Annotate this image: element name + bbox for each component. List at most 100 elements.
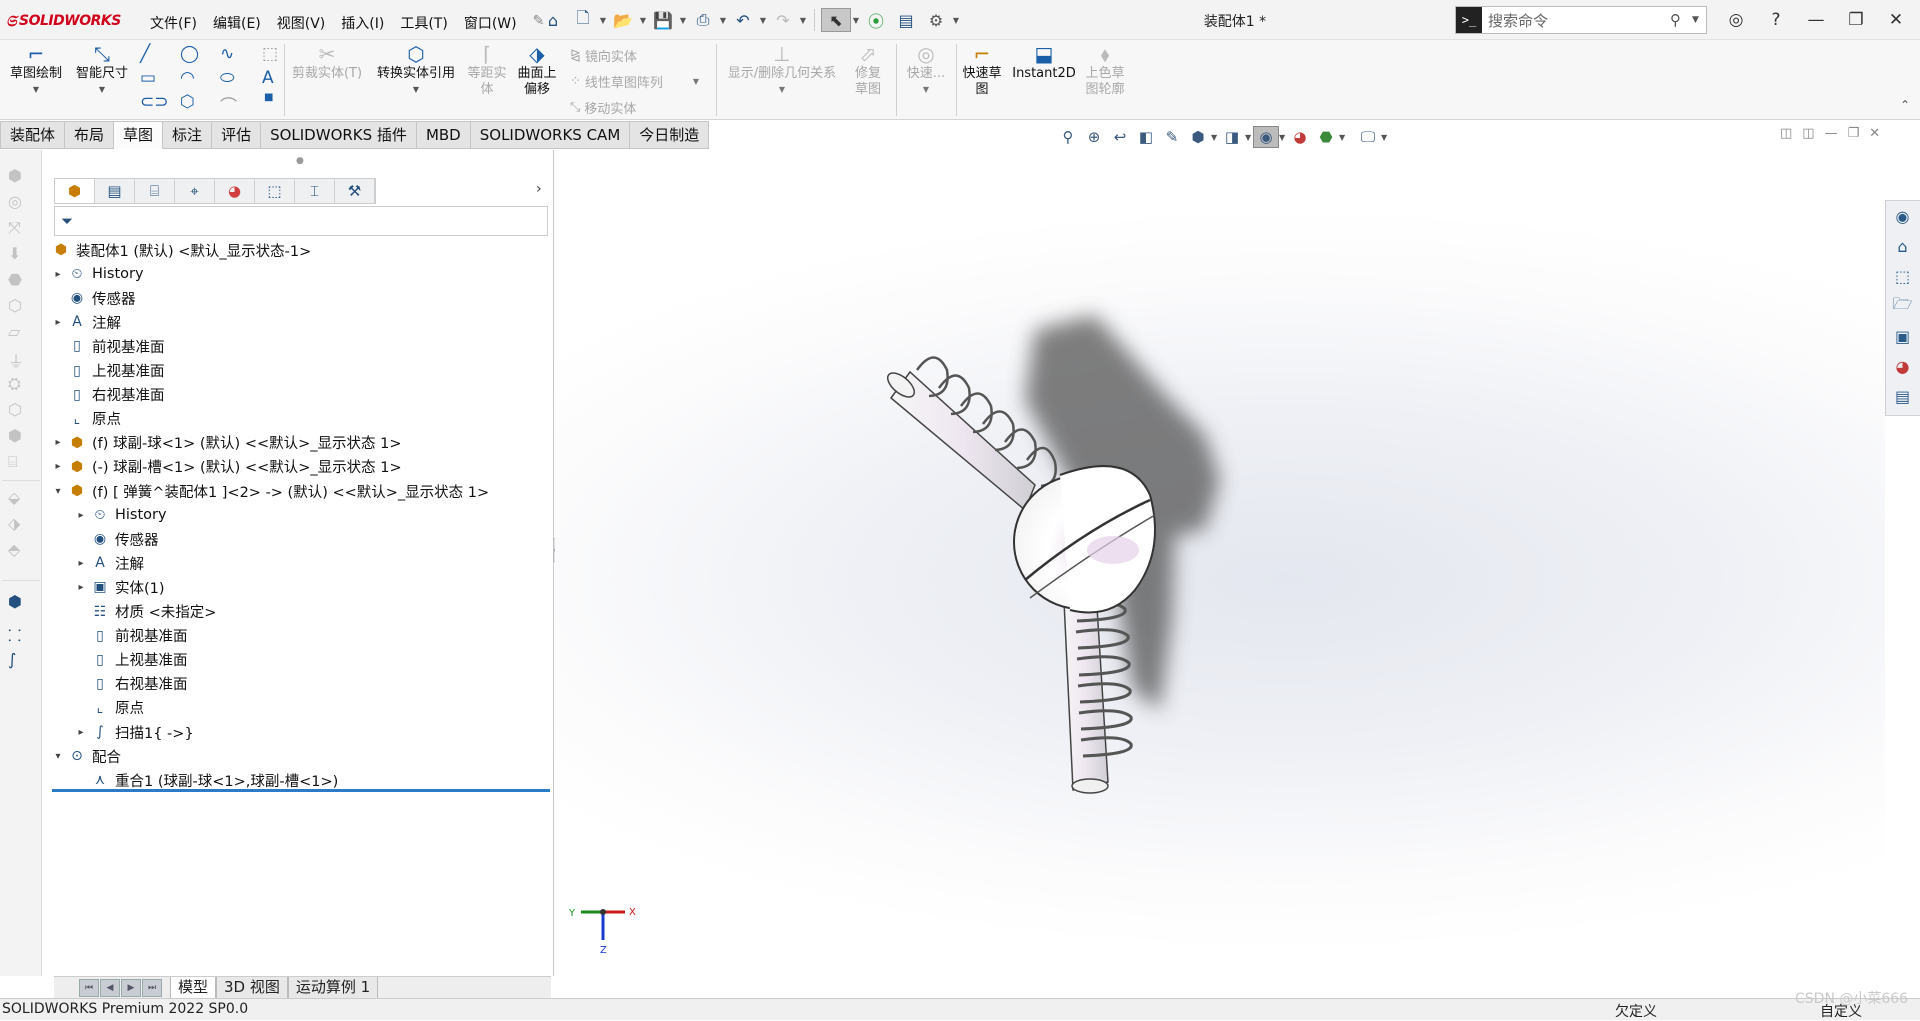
previous-view-icon[interactable]: ↩ bbox=[1107, 126, 1133, 148]
curve-icon[interactable]: ∫ bbox=[8, 650, 16, 669]
rollback-bar[interactable] bbox=[52, 789, 550, 792]
repair-sketch-button[interactable]: ⬀ 修复草图 bbox=[846, 42, 890, 98]
expand-icon[interactable]: ▸ bbox=[50, 317, 66, 328]
smart-fasteners-icon[interactable]: ⬇ bbox=[8, 244, 21, 263]
chevron-down-icon[interactable]: ▼ bbox=[638, 16, 648, 25]
tab-assembly[interactable]: 装配体 bbox=[0, 121, 66, 149]
expand-icon[interactable]: ▸ bbox=[73, 582, 89, 593]
restore-document-icon[interactable]: ❐ bbox=[1848, 126, 1860, 141]
search-icon[interactable]: ⚲ bbox=[1670, 11, 1692, 29]
tree-item[interactable]: ▸ A 注解 bbox=[50, 310, 121, 334]
construction-icon[interactable]: ⬚ bbox=[262, 44, 278, 64]
chevron-down-icon[interactable]: ▼ bbox=[1381, 133, 1389, 142]
chevron-right-icon[interactable]: › bbox=[536, 181, 542, 197]
reference-geometry-icon[interactable]: ⏚ bbox=[8, 348, 24, 372]
component-preview-icon[interactable]: ⬢ bbox=[8, 592, 22, 611]
smart-dimension-button[interactable]: ⤡ 智能尺寸 ▼ bbox=[72, 42, 132, 98]
rectangle-icon[interactable]: ▭ bbox=[140, 68, 156, 88]
displaymanager-tab-icon[interactable]: ◕ bbox=[215, 179, 255, 203]
mirror-entities-button[interactable]: ⧎ 镜向实体 bbox=[570, 46, 637, 65]
tree-item[interactable]: ▸ ⏲ History bbox=[50, 262, 143, 286]
chevron-down-icon[interactable]: ▼ bbox=[33, 82, 39, 98]
assembly-features-icon[interactable]: ▱ bbox=[8, 322, 20, 341]
panel-splitter[interactable] bbox=[553, 150, 554, 976]
save-icon[interactable]: 💾 bbox=[648, 8, 678, 32]
menu-tools[interactable]: 工具(T) bbox=[392, 10, 455, 36]
polygon-icon[interactable]: ⬡ bbox=[180, 92, 195, 112]
expand-icon[interactable]: ▸ bbox=[50, 437, 66, 448]
display-relations-button[interactable]: ⊥ 显示/删除几何关系 ▼ bbox=[722, 42, 842, 98]
tree-item[interactable]: ▾ ⬢ (f) [ 弹簧^装配体1 ]<2> -> (默认) <<默认>_显示状态 … bbox=[50, 479, 489, 503]
close-document-icon[interactable]: ✕ bbox=[1869, 126, 1880, 141]
redo-icon[interactable]: ↷ bbox=[768, 8, 798, 32]
expand-icon[interactable]: ▸ bbox=[50, 461, 66, 472]
assembly-model[interactable]: X Y Z bbox=[555, 150, 1885, 976]
chevron-down-icon[interactable]: ▼ bbox=[1211, 133, 1219, 142]
configurationmanager-tab-icon[interactable]: ⌸ bbox=[135, 179, 175, 203]
menu-edit[interactable]: 编辑(E) bbox=[205, 10, 269, 36]
select-pointer-icon[interactable]: ⬉ bbox=[821, 8, 851, 32]
tree-item[interactable]: ▯ 上视基准面 bbox=[50, 359, 164, 383]
previous-tab-icon[interactable]: ◀ bbox=[100, 978, 120, 997]
hide-show-items-icon[interactable]: ◉ bbox=[1253, 126, 1279, 148]
chevron-down-icon[interactable]: ▼ bbox=[718, 16, 728, 25]
last-tab-icon[interactable]: ⏭ bbox=[142, 978, 162, 997]
chevron-down-icon[interactable]: ▼ bbox=[693, 77, 699, 86]
bill-of-materials-icon[interactable]: ⬡ bbox=[8, 400, 22, 419]
linear-pattern-button[interactable]: ⁘ 线性草图阵列 ▼ bbox=[570, 72, 699, 91]
design-library-icon[interactable]: ⌂ bbox=[1886, 231, 1919, 261]
solidworks-resources-icon[interactable]: ◉ bbox=[1886, 201, 1919, 231]
view-palette-icon[interactable]: 🗁 bbox=[1886, 291, 1919, 321]
instant3d-icon[interactable]: ⌸ bbox=[8, 452, 18, 472]
menu-file[interactable]: 文件(F) bbox=[142, 10, 205, 36]
undo-icon[interactable]: ↶ bbox=[728, 8, 758, 32]
reference-axis-icon[interactable]: ⸬ bbox=[8, 624, 21, 646]
tree-item[interactable]: ▯ 右视基准面 bbox=[50, 383, 164, 407]
appearances-icon[interactable]: ▣ bbox=[1886, 321, 1919, 351]
text-icon[interactable]: A bbox=[262, 68, 274, 88]
cam-operation-tab-icon[interactable]: ⌶ bbox=[295, 179, 335, 203]
next-tab-icon[interactable]: ▶ bbox=[121, 978, 141, 997]
solidworks-logo[interactable]: 𝔖 SOLIDWORKS bbox=[6, 10, 121, 32]
menu-window[interactable]: 窗口(W) bbox=[456, 10, 525, 36]
dimxpert-tab-icon[interactable]: ⌖ bbox=[175, 179, 215, 203]
tree-item[interactable]: ▸ A 注解 bbox=[73, 551, 144, 575]
tree-item[interactable]: ▸ ▣ 实体(1) bbox=[73, 575, 164, 599]
tree-item[interactable]: ☷ 材质 <未指定> bbox=[73, 600, 217, 624]
chevron-down-icon[interactable]: ▼ bbox=[413, 82, 419, 98]
open-icon[interactable]: 📂 bbox=[608, 8, 638, 32]
large-assembly-icon[interactable]: ⬘ bbox=[8, 540, 20, 559]
take-snapshot-icon[interactable]: ⬗ bbox=[8, 514, 20, 533]
convert-entities-button[interactable]: ⬡ 转换实体引用 ▼ bbox=[370, 42, 462, 98]
tab-manufacturing[interactable]: 今日制造 bbox=[630, 121, 710, 149]
sketch-button[interactable]: ⌐ 草图绘制 ▼ bbox=[6, 42, 66, 98]
view-settings-icon[interactable]: 🖵 bbox=[1355, 126, 1381, 148]
chevron-down-icon[interactable]: ▼ bbox=[923, 82, 929, 98]
home-icon[interactable]: ⌂ bbox=[538, 8, 568, 32]
tree-item[interactable]: ⌞ 原点 bbox=[50, 407, 121, 431]
section-view-icon[interactable]: ◧ bbox=[1133, 126, 1159, 148]
restore-button[interactable]: ❐ bbox=[1836, 6, 1876, 34]
first-tab-icon[interactable]: ⏮ bbox=[79, 978, 99, 997]
tab-3d-views[interactable]: 3D 视图 bbox=[216, 976, 288, 999]
tree-item[interactable]: ⌞ 原点 bbox=[73, 696, 144, 720]
arc-icon[interactable]: ◠ bbox=[180, 68, 195, 88]
tree-item[interactable]: ▯ 前视基准面 bbox=[73, 624, 187, 648]
circle-icon[interactable]: ◯ bbox=[180, 44, 199, 64]
tree-item[interactable]: ▸ ⏲ History bbox=[73, 503, 166, 527]
trim-entities-button[interactable]: ✂ 剪裁实体(T) bbox=[290, 42, 364, 82]
point-icon[interactable]: ■ bbox=[264, 92, 273, 103]
chevron-down-icon[interactable]: ▼ bbox=[779, 82, 785, 98]
shaded-sketch-contours-button[interactable]: ⬧ 上色草图轮廓 bbox=[1082, 42, 1128, 98]
search-input[interactable]: 搜索命令 bbox=[1482, 10, 1670, 31]
offset-entities-button[interactable]: ⌈ 等距实体 bbox=[464, 42, 510, 98]
tree-item[interactable]: ▸ ∫ 扫描1{ ->} bbox=[73, 720, 193, 744]
close-button[interactable]: ✕ bbox=[1876, 6, 1916, 34]
tree-item[interactable]: ▯ 右视基准面 bbox=[73, 672, 187, 696]
collapse-ribbon-icon[interactable]: ⌃ bbox=[1900, 98, 1910, 112]
surface-offset-button[interactable]: ⬗ 曲面上偏移 bbox=[514, 42, 560, 98]
tree-item[interactable]: ▯ 上视基准面 bbox=[73, 648, 187, 672]
filter-icon[interactable]: ⏷ bbox=[61, 212, 73, 230]
graphics-area[interactable]: X Y Z bbox=[555, 150, 1885, 976]
panel-drag-handle[interactable]: ● bbox=[296, 156, 304, 166]
